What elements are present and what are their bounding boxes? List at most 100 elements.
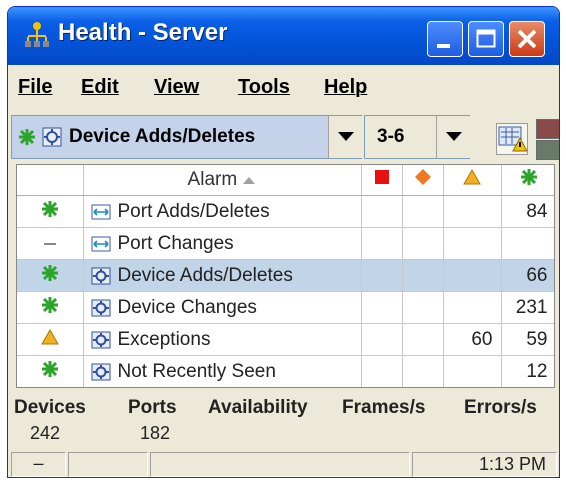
alarm-name: Device Adds/Deletes bbox=[117, 264, 293, 286]
major-count bbox=[402, 291, 444, 324]
sort-ascending-icon bbox=[243, 177, 256, 184]
alarm-cell[interactable]: Device Changes bbox=[83, 291, 362, 324]
table-header: Alarm bbox=[17, 165, 554, 196]
chevron-down-icon[interactable] bbox=[436, 116, 470, 158]
minor-count bbox=[443, 195, 502, 228]
major-count bbox=[402, 227, 444, 260]
menu-file[interactable]: File bbox=[18, 76, 52, 99]
menu-tools[interactable]: Tools bbox=[238, 76, 290, 99]
ok-count: 59 bbox=[501, 323, 554, 356]
critical-column-header[interactable] bbox=[361, 165, 403, 196]
status-column-header[interactable] bbox=[17, 165, 84, 196]
alarm-name: Port Changes bbox=[117, 232, 234, 254]
status-cell bbox=[17, 355, 84, 387]
ports-value: 182 bbox=[140, 423, 171, 443]
range-value: 3-6 bbox=[377, 126, 405, 147]
status-cell bbox=[17, 259, 84, 292]
chevron-down-icon[interactable] bbox=[328, 116, 362, 158]
title-bar[interactable]: Health - Server bbox=[8, 7, 559, 65]
table-row[interactable]: Exceptions 60 59 bbox=[17, 323, 554, 356]
no-status-icon bbox=[43, 242, 56, 245]
status-cell bbox=[17, 323, 84, 356]
health-window: Health - Server File Edit View Tools Hel… bbox=[7, 6, 560, 478]
alarm-cell[interactable]: Port Changes bbox=[83, 227, 362, 260]
minor-count bbox=[443, 259, 502, 292]
ok-column-header[interactable] bbox=[501, 165, 554, 196]
red-square-icon bbox=[374, 170, 389, 184]
devices-label: Devices bbox=[14, 397, 86, 418]
major-column-header[interactable] bbox=[402, 165, 444, 196]
green-star-icon bbox=[41, 360, 58, 377]
alarm-column-header[interactable]: Alarm bbox=[83, 165, 362, 196]
table-row[interactable]: Device Adds/Deletes 66 bbox=[17, 259, 554, 292]
alarm-name: Exceptions bbox=[117, 328, 211, 350]
alarm-cell[interactable]: Device Adds/Deletes bbox=[83, 259, 362, 292]
yellow-triangle-icon bbox=[463, 168, 481, 185]
minor-count bbox=[443, 291, 502, 324]
table-row[interactable]: Port Changes bbox=[17, 227, 554, 260]
green-star-icon bbox=[41, 264, 58, 281]
devices-value: 242 bbox=[30, 423, 61, 443]
menu-edit[interactable]: Edit bbox=[81, 76, 119, 99]
table-row[interactable]: Port Adds/Deletes 84 bbox=[17, 195, 554, 228]
port-icon bbox=[91, 236, 110, 251]
table-row[interactable]: Device Changes 231 bbox=[17, 291, 554, 324]
menu-help[interactable]: Help bbox=[324, 76, 367, 99]
alarm-cell[interactable]: Exceptions bbox=[83, 323, 362, 356]
ok-count bbox=[501, 227, 554, 260]
minimize-button[interactable] bbox=[427, 21, 463, 57]
menu-bar: File Edit View Tools Help bbox=[8, 65, 559, 107]
critical-filter-toggle[interactable] bbox=[536, 119, 559, 139]
alarm-summary-button[interactable] bbox=[496, 123, 528, 155]
device-icon bbox=[91, 331, 110, 348]
minor-column-header[interactable] bbox=[443, 165, 502, 196]
device-icon bbox=[91, 299, 110, 316]
alarm-cell[interactable]: Not Recently Seen bbox=[83, 355, 362, 387]
status-indicator: – bbox=[11, 452, 66, 477]
ok-count: 231 bbox=[501, 291, 554, 324]
minor-count bbox=[443, 355, 502, 387]
major-count bbox=[402, 323, 444, 356]
close-button[interactable] bbox=[509, 21, 545, 57]
green-star-icon bbox=[520, 169, 537, 185]
major-count bbox=[402, 195, 444, 228]
window-title: Health - Server bbox=[58, 19, 228, 46]
alarm-cell[interactable]: Port Adds/Deletes bbox=[83, 195, 362, 228]
major-count bbox=[402, 355, 444, 387]
maximize-icon bbox=[476, 29, 496, 48]
menu-view[interactable]: View bbox=[154, 76, 199, 99]
critical-count bbox=[361, 291, 403, 324]
critical-count bbox=[361, 259, 403, 292]
alarm-scope-dropdown[interactable]: Device Adds/Deletes bbox=[11, 115, 362, 159]
device-icon bbox=[91, 267, 110, 284]
port-icon bbox=[91, 204, 110, 219]
critical-count bbox=[361, 355, 403, 387]
maximize-button[interactable] bbox=[468, 21, 504, 57]
ok-filter-toggle[interactable] bbox=[536, 140, 559, 160]
alarm-header-label: Alarm bbox=[187, 169, 238, 190]
status-cell bbox=[17, 291, 84, 324]
ok-count: 66 bbox=[501, 259, 554, 292]
status-cell bbox=[17, 195, 84, 228]
table-row[interactable]: Not Recently Seen 12 bbox=[17, 355, 554, 387]
orange-diamond-icon bbox=[414, 169, 431, 185]
minor-count bbox=[443, 227, 502, 260]
scope-value: Device Adds/Deletes bbox=[69, 126, 256, 147]
errors-label: Errors/s bbox=[464, 397, 537, 418]
range-dropdown[interactable]: 3-6 bbox=[364, 115, 470, 159]
availability-label: Availability bbox=[208, 397, 308, 418]
alarm-summary-icon bbox=[498, 126, 528, 152]
minor-count: 60 bbox=[443, 323, 502, 356]
green-star-icon bbox=[41, 200, 58, 217]
stats-summary: Devices 242 Ports 182 Availability Frame… bbox=[8, 395, 559, 447]
critical-count bbox=[361, 195, 403, 228]
alarm-name: Not Recently Seen bbox=[117, 360, 276, 382]
major-count bbox=[402, 259, 444, 292]
close-icon bbox=[517, 29, 537, 49]
frames-label: Frames/s bbox=[342, 397, 426, 418]
status-cell bbox=[68, 452, 148, 477]
network-health-icon bbox=[25, 22, 49, 47]
green-star-icon bbox=[19, 129, 35, 145]
ports-label: Ports bbox=[128, 397, 177, 418]
alarm-name: Port Adds/Deletes bbox=[117, 200, 270, 222]
